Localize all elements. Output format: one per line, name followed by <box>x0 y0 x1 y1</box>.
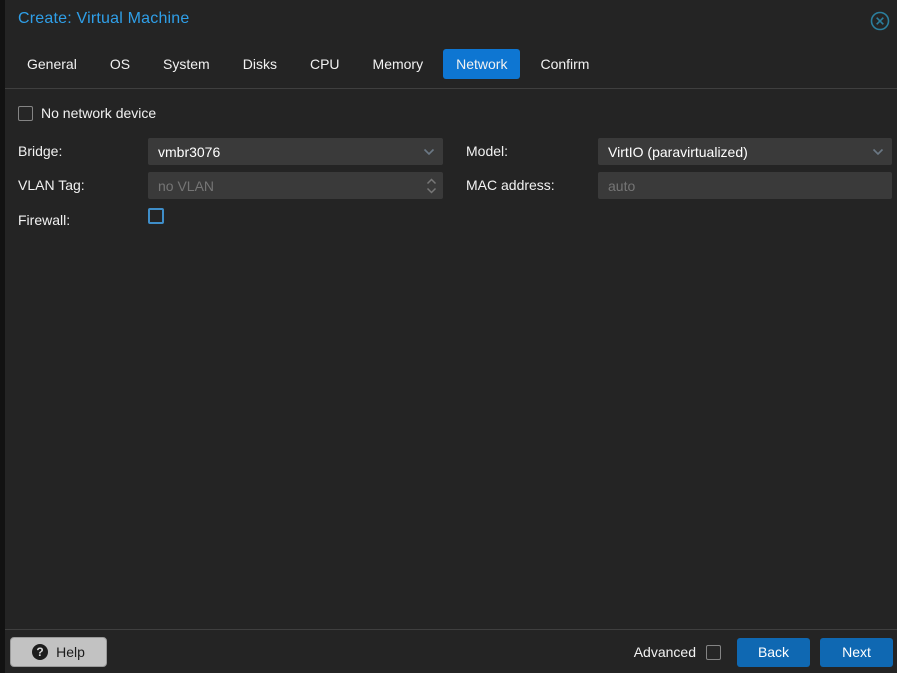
mac-address-field <box>598 172 892 199</box>
vlan-input[interactable] <box>148 172 419 199</box>
tabbar-divider <box>5 88 897 89</box>
tab-bar: General OS System Disks CPU Memory Netwo… <box>14 49 602 79</box>
tab-general[interactable]: General <box>14 49 90 79</box>
tab-cpu[interactable]: CPU <box>297 49 353 79</box>
next-button[interactable]: Next <box>820 637 893 667</box>
vlan-field <box>148 172 443 199</box>
tab-disks[interactable]: Disks <box>230 49 290 79</box>
tab-os[interactable]: OS <box>97 49 143 79</box>
spinner-up-icon <box>426 177 436 184</box>
footer-divider <box>5 629 897 630</box>
chevron-down-icon <box>872 148 884 155</box>
help-button-label: Help <box>56 644 85 660</box>
advanced-label: Advanced <box>633 644 696 660</box>
close-button[interactable] <box>869 10 891 32</box>
spinner-down-icon <box>426 187 436 194</box>
tab-system[interactable]: System <box>150 49 223 79</box>
tab-network[interactable]: Network <box>443 49 521 79</box>
mac-address-label: MAC address: <box>466 177 555 193</box>
model-value: VirtIO (paravirtualized) <box>608 143 748 160</box>
tab-memory[interactable]: Memory <box>360 49 437 79</box>
create-vm-dialog: Create: Virtual Machine General OS Syste… <box>5 0 897 673</box>
vlan-spinner[interactable] <box>419 172 443 199</box>
bridge-value: vmbr3076 <box>158 143 221 160</box>
bridge-label: Bridge: <box>18 143 63 159</box>
firewall-label: Firewall: <box>18 212 71 228</box>
help-button[interactable]: ? Help <box>10 637 107 667</box>
vlan-label: VLAN Tag: <box>18 177 85 193</box>
advanced-checkbox[interactable] <box>706 644 721 660</box>
bridge-combobox[interactable]: vmbr3076 <box>148 138 443 165</box>
no-network-device-row[interactable]: No network device <box>18 105 156 121</box>
dialog-title: Create: Virtual Machine <box>18 10 190 27</box>
close-icon <box>870 11 890 31</box>
mac-address-input[interactable] <box>598 172 892 199</box>
model-combobox[interactable]: VirtIO (paravirtualized) <box>598 138 892 165</box>
tab-confirm[interactable]: Confirm <box>527 49 602 79</box>
firewall-checkbox[interactable] <box>148 208 164 224</box>
back-button[interactable]: Back <box>737 637 810 667</box>
no-network-device-label: No network device <box>41 105 157 121</box>
help-icon: ? <box>32 644 49 660</box>
no-network-device-checkbox[interactable] <box>18 105 33 121</box>
chevron-down-icon <box>423 148 435 155</box>
footer-actions: Advanced Back Next <box>634 637 893 667</box>
model-label: Model: <box>466 143 509 159</box>
